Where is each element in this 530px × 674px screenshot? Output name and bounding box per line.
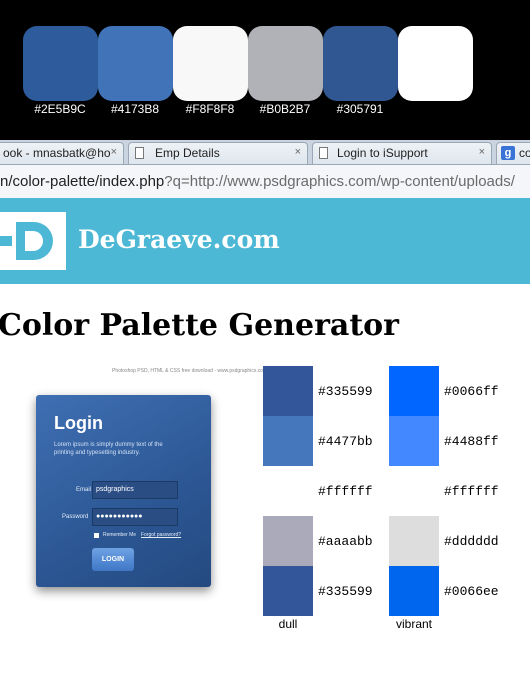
url-text[interactable]: n/color-palette/index.php?q=http://www.p… (0, 173, 515, 190)
top-swatch (398, 26, 473, 101)
palette-swatch (263, 416, 313, 466)
page-icon (319, 147, 328, 159)
tab-google[interactable]: g co (496, 142, 530, 164)
browser-tab-bar: ook - mnasbatk@ho × Emp Details × Login … (0, 140, 530, 165)
palette-swatch (389, 366, 439, 416)
google-icon: g (501, 146, 515, 160)
tab-outlook[interactable]: ook - mnasbatk@ho × (0, 142, 124, 164)
palette-hex: #ffffff (318, 484, 373, 499)
palette-name: dull (278, 617, 298, 631)
top-swatch (98, 26, 173, 101)
palette-swatch (389, 466, 439, 516)
palette-hex: #0066ee (444, 584, 499, 599)
close-icon[interactable]: × (111, 146, 117, 158)
password-label: Password (62, 514, 89, 520)
degraeve-logo-icon[interactable] (0, 212, 66, 270)
login-preview-image: Login Lorem ipsum is simply dummy text o… (36, 395, 211, 587)
palette-hex: #ffffff (444, 484, 499, 499)
address-bar[interactable]: n/color-palette/index.php?q=http://www.p… (0, 165, 530, 199)
palette-hex: #335599 (318, 584, 373, 599)
palette-hex: #4488ff (444, 434, 499, 449)
palette-hex: #aaaabb (318, 534, 373, 549)
url-path: n/color-palette/index.php (0, 173, 165, 190)
top-swatch (323, 26, 398, 101)
palette-swatch (389, 566, 439, 616)
palette-hex: #dddddd (444, 534, 499, 549)
login-button: LOGIN (92, 548, 134, 571)
top-palette-strip: #2E5B9C #4173B8 #F8F8F8 #B0B2B7 #305791 (0, 0, 530, 140)
email-label: Email (76, 487, 92, 493)
palette-name: vibrant (395, 617, 433, 631)
palette-swatch (389, 516, 439, 566)
login-subtitle: Lorem ipsum is simply dummy text of the … (54, 442, 163, 456)
tab-emp-details[interactable]: Emp Details × (128, 142, 308, 164)
password-field: ●●●●●●●●●●● (92, 508, 178, 526)
palette-swatch (263, 466, 313, 516)
palette-hex: #0066ff (444, 384, 499, 399)
site-brand[interactable]: DeGraeve.com (78, 225, 280, 254)
close-icon[interactable]: × (295, 146, 301, 158)
remember-checkbox (94, 533, 99, 538)
login-title: Login (54, 413, 103, 433)
close-icon[interactable]: × (479, 146, 485, 158)
tab-label: Login to iSupport (337, 146, 428, 160)
top-swatch-label: #305791 (336, 102, 384, 116)
page-icon (135, 147, 144, 159)
page-title: Color Palette Generator (0, 308, 399, 343)
palette-hex: #4477bb (318, 434, 373, 449)
forgot-password-link: Forgot password? (141, 532, 182, 538)
url-query: ?q=http://www.psdgraphics.com/wp-content… (164, 173, 515, 190)
top-swatch (173, 26, 248, 101)
tab-label: co (519, 146, 530, 160)
site-header: DeGraeve.com (0, 198, 530, 284)
top-swatch (23, 26, 98, 101)
tab-label: ook - mnasbatk@ho (3, 146, 111, 160)
palette-swatch (263, 516, 313, 566)
palette-swatch (263, 566, 313, 616)
palette-swatch (263, 366, 313, 416)
remember-label: Remember Me (103, 532, 137, 538)
tab-login-isupport[interactable]: Login to iSupport × (312, 142, 492, 164)
email-field: psdgraphics (92, 481, 178, 499)
preview-caption: Photoshop PSD, HTML & CSS free download … (112, 368, 268, 374)
palette-hex: #335599 (318, 384, 373, 399)
palette-swatch (389, 416, 439, 466)
tab-label: Emp Details (155, 146, 220, 160)
top-swatch (248, 26, 323, 101)
